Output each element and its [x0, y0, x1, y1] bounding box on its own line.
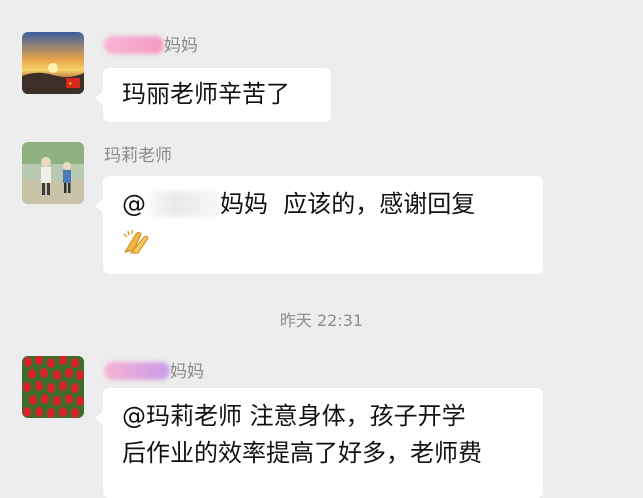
avatar[interactable]: ★ [22, 32, 84, 94]
avatar[interactable] [22, 356, 84, 418]
clapping-hands-icon [123, 230, 149, 254]
emoji-line [122, 223, 543, 260]
message-bubble[interactable]: 玛丽老师辛苦了 [95, 68, 331, 122]
children-photo-avatar-icon [22, 142, 84, 204]
sender-name: 玛莉老师 [104, 146, 172, 166]
sunset-landscape-avatar-icon: ★ [22, 32, 84, 94]
svg-text:★: ★ [68, 81, 73, 87]
message-text-line-2: 后作业的效率提高了好多，老师费 [122, 439, 482, 467]
message-text-line-1: @玛莉老师 注意身体，孩子开学 [122, 402, 466, 430]
timestamp: 昨天 22:31 [279, 311, 364, 330]
message-text: @ 妈妈 应该的，感谢回复 [122, 190, 476, 218]
avatar[interactable] [22, 142, 84, 204]
message-text: 玛丽老师辛苦了 [122, 80, 290, 108]
tulip-field-avatar-icon [22, 356, 84, 418]
sender-name: 妈妈 [104, 35, 198, 57]
redacted-name [104, 362, 170, 380]
message-bubble[interactable]: @ 妈妈 应该的，感谢回复 [95, 176, 543, 274]
sender-name: 妈妈 [104, 361, 204, 383]
message-bubble[interactable]: @玛莉老师 注意身体，孩子开学 后作业的效率提高了好多，老师费 [95, 388, 543, 498]
previous-timestamp-fragment [270, 0, 370, 4]
redacted-mention [148, 191, 218, 217]
redacted-name [104, 36, 164, 54]
